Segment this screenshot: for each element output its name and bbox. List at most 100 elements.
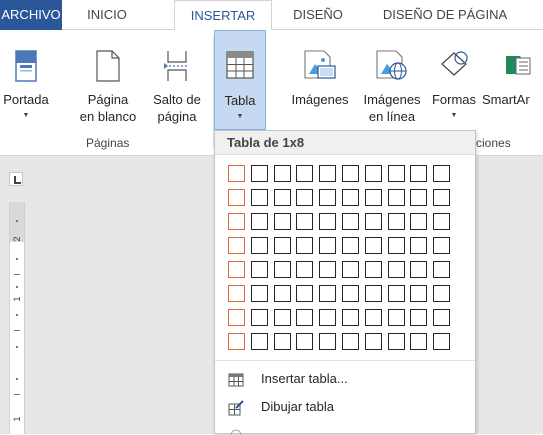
table-grid-cell[interactable] (296, 333, 314, 350)
table-size-title: Tabla de 1x8 (215, 131, 475, 155)
tab-diseno-de-pagina[interactable]: DISEÑO DE PÁGINA (370, 0, 520, 30)
table-grid-cell[interactable] (410, 237, 428, 254)
table-grid-cell[interactable] (296, 309, 314, 326)
pictures-label: Imágenes (291, 92, 349, 107)
table-grid-cell[interactable] (387, 213, 405, 230)
table-grid-cell[interactable] (319, 285, 337, 302)
table-grid-cell[interactable] (273, 285, 291, 302)
table-grid-cell[interactable] (228, 261, 245, 278)
table-grid-cell[interactable] (296, 237, 314, 254)
table-grid-cell[interactable] (410, 213, 428, 230)
table-grid-cell[interactable] (387, 165, 405, 182)
smartart-button[interactable]: SmartAr (482, 30, 543, 134)
table-grid-cell[interactable] (342, 333, 359, 350)
table-grid-cell[interactable] (228, 237, 245, 254)
table-grid-cell[interactable] (273, 189, 291, 206)
table-grid-cell[interactable] (342, 189, 359, 206)
table-grid-cell[interactable] (319, 309, 337, 326)
table-grid-cell[interactable] (364, 213, 382, 230)
table-grid-cell[interactable] (387, 285, 405, 302)
table-grid-cell[interactable] (410, 333, 428, 350)
tab-stop-selector[interactable] (9, 172, 23, 186)
table-grid-cell[interactable] (250, 333, 268, 350)
draw-table-menu-item[interactable]: Dibujar tabla (215, 394, 475, 420)
table-grid-cell[interactable] (433, 309, 451, 326)
table-grid-cell[interactable] (296, 213, 314, 230)
table-grid-cell[interactable] (228, 165, 245, 182)
table-grid-cell[interactable] (273, 237, 291, 254)
pictures-button[interactable]: Imágenes (285, 30, 355, 134)
table-grid-cell[interactable] (250, 213, 268, 230)
blank-page-button[interactable]: Página en blanco (74, 30, 142, 134)
table-grid-cell[interactable] (364, 333, 382, 350)
ruler-dot (16, 346, 18, 348)
page-break-button[interactable]: Salto de página (146, 30, 208, 134)
table-grid-cell[interactable] (387, 237, 405, 254)
table-grid-cell[interactable] (296, 261, 314, 278)
table-grid-cell[interactable] (273, 309, 291, 326)
table-grid-cell[interactable] (364, 261, 382, 278)
table-grid-cell[interactable] (342, 165, 359, 182)
table-grid-cell[interactable] (433, 213, 451, 230)
table-grid-cell[interactable] (342, 237, 359, 254)
table-grid-cell[interactable] (250, 189, 268, 206)
table-grid-cell[interactable] (228, 285, 245, 302)
tab-archivo[interactable]: ARCHIVO (0, 0, 62, 30)
table-grid-cell[interactable] (433, 261, 451, 278)
table-grid-cell[interactable] (342, 285, 359, 302)
table-grid-cell[interactable] (273, 261, 291, 278)
table-grid-cell[interactable] (433, 237, 451, 254)
cover-page-button[interactable]: Portada ▼ (0, 30, 52, 134)
table-grid-cell[interactable] (250, 285, 268, 302)
table-grid-cell[interactable] (410, 261, 428, 278)
table-grid-cell[interactable] (228, 213, 245, 230)
table-grid-cell[interactable] (228, 309, 245, 326)
table-grid-cell[interactable] (319, 261, 337, 278)
table-grid-cell[interactable] (250, 261, 268, 278)
table-grid-cell[interactable] (228, 333, 245, 350)
table-grid-cell[interactable] (364, 237, 382, 254)
table-grid-cell[interactable] (319, 333, 337, 350)
table-grid-cell[interactable] (387, 309, 405, 326)
table-grid-cell[interactable] (273, 213, 291, 230)
table-grid-cell[interactable] (410, 285, 428, 302)
tab-insertar[interactable]: INSERTAR (174, 0, 272, 31)
table-grid-cell[interactable] (319, 237, 337, 254)
table-grid-cell[interactable] (410, 189, 428, 206)
table-grid-cell[interactable] (296, 189, 314, 206)
table-grid-cell[interactable] (387, 189, 405, 206)
table-grid-cell[interactable] (273, 165, 291, 182)
tab-diseno[interactable]: DISEÑO (283, 0, 353, 30)
table-button[interactable]: Tabla ▼ (214, 30, 266, 130)
table-grid-cell[interactable] (319, 189, 337, 206)
tab-inicio[interactable]: INICIO (69, 0, 145, 30)
table-grid-cell[interactable] (364, 309, 382, 326)
table-grid-cell[interactable] (364, 189, 382, 206)
table-grid-cell[interactable] (250, 309, 268, 326)
table-grid-cell[interactable] (319, 165, 337, 182)
table-grid-cell[interactable] (433, 333, 451, 350)
shapes-button[interactable]: Formas ▼ (428, 30, 480, 134)
table-grid-cell[interactable] (364, 165, 382, 182)
table-grid-cell[interactable] (433, 189, 451, 206)
table-grid-cell[interactable] (342, 309, 359, 326)
table-grid-cell[interactable] (228, 189, 245, 206)
table-grid-cell[interactable] (319, 213, 337, 230)
table-grid-cell[interactable] (342, 261, 359, 278)
table-grid-cell[interactable] (433, 285, 451, 302)
table-grid-cell[interactable] (364, 285, 382, 302)
insert-table-menu-item[interactable]: Insertar tabla... (215, 366, 475, 392)
online-pictures-button[interactable]: Imágenes en línea (357, 30, 427, 134)
table-grid-cell[interactable] (273, 333, 291, 350)
table-grid-cell[interactable] (387, 261, 405, 278)
table-grid-cell[interactable] (342, 213, 359, 230)
table-grid-cell[interactable] (387, 333, 405, 350)
table-grid-cell[interactable] (250, 237, 268, 254)
table-grid-cell[interactable] (296, 165, 314, 182)
table-grid-cell[interactable] (250, 165, 268, 182)
table-grid-cell[interactable] (433, 165, 451, 182)
table-grid-cell[interactable] (410, 309, 428, 326)
table-grid-cell[interactable] (296, 285, 314, 302)
table-grid-cell[interactable] (410, 165, 428, 182)
menu-item-partial[interactable] (215, 422, 475, 435)
